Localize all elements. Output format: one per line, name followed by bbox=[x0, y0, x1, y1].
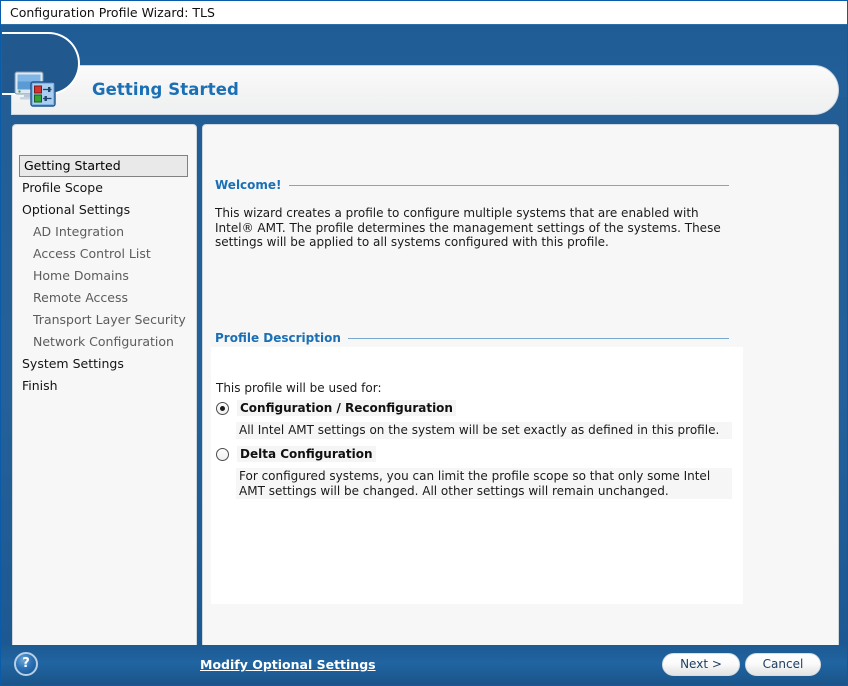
welcome-heading: Welcome! bbox=[215, 178, 282, 192]
section-divider bbox=[288, 184, 729, 186]
sidebar-item-system-settings[interactable]: System Settings bbox=[13, 353, 196, 375]
page-title: Getting Started bbox=[92, 80, 239, 99]
sidebar-item-transport-layer-security[interactable]: Transport Layer Security bbox=[13, 309, 196, 331]
profile-description-heading: Profile Description bbox=[215, 331, 341, 345]
option-label-configuration-reconfiguration: Configuration / Reconfiguration bbox=[237, 400, 456, 416]
sidebar-item-getting-started[interactable]: Getting Started bbox=[19, 155, 188, 177]
modify-optional-settings-link[interactable]: Modify Optional Settings bbox=[200, 657, 376, 672]
option-label-delta-configuration: Delta Configuration bbox=[237, 446, 376, 462]
profile-options-card: This profile will be used for: Configura… bbox=[211, 347, 743, 604]
wizard-footer: ? Modify Optional Settings Next > Cancel bbox=[1, 645, 847, 685]
wizard-steps-nav: Getting Started Profile Scope Optional S… bbox=[13, 155, 196, 397]
option-description-configuration-reconfiguration: All Intel AMT settings on the system wil… bbox=[236, 422, 732, 439]
option-configuration-reconfiguration[interactable]: Configuration / Reconfiguration bbox=[216, 400, 456, 416]
window-body: Getting Started Getting Started Profile … bbox=[1, 25, 847, 685]
sidebar-item-finish[interactable]: Finish bbox=[13, 375, 196, 397]
sidebar-item-profile-scope[interactable]: Profile Scope bbox=[13, 177, 196, 199]
amt-configuration-icon bbox=[14, 71, 56, 107]
option-delta-configuration[interactable]: Delta Configuration bbox=[216, 446, 376, 462]
option-description-delta-configuration: For configured systems, you can limit th… bbox=[236, 468, 732, 499]
next-button[interactable]: Next > bbox=[662, 653, 740, 676]
sidebar-item-remote-access[interactable]: Remote Access bbox=[13, 287, 196, 309]
radio-delta-configuration[interactable] bbox=[216, 447, 229, 461]
sidebar-item-access-control-list[interactable]: Access Control List bbox=[13, 243, 196, 265]
wizard-header: Getting Started bbox=[1, 25, 847, 115]
wizard-content-panel: Welcome! This wizard creates a profile t… bbox=[202, 124, 839, 666]
sidebar-item-ad-integration[interactable]: AD Integration bbox=[13, 221, 196, 243]
section-divider bbox=[347, 337, 729, 339]
welcome-section-header: Welcome! bbox=[215, 177, 729, 193]
profile-description-section: Profile Description bbox=[215, 330, 729, 346]
profile-usage-prompt: This profile will be used for: bbox=[216, 381, 382, 395]
wizard-window: Configuration Profile Wizard: TLS Gettin… bbox=[0, 0, 848, 686]
radio-configuration-reconfiguration[interactable] bbox=[216, 401, 229, 415]
window-title: Configuration Profile Wizard: TLS bbox=[10, 5, 215, 20]
header-banner: Getting Started bbox=[11, 65, 839, 115]
cancel-button[interactable]: Cancel bbox=[745, 653, 821, 676]
welcome-section: Welcome! This wizard creates a profile t… bbox=[215, 177, 729, 250]
wizard-steps-panel: Getting Started Profile Scope Optional S… bbox=[12, 124, 197, 666]
welcome-body-text: This wizard creates a profile to configu… bbox=[215, 206, 721, 249]
profile-description-section-header: Profile Description bbox=[215, 330, 729, 346]
sidebar-item-home-domains[interactable]: Home Domains bbox=[13, 265, 196, 287]
sidebar-item-optional-settings[interactable]: Optional Settings bbox=[13, 199, 196, 221]
title-bar: Configuration Profile Wizard: TLS bbox=[1, 1, 847, 25]
help-question-icon[interactable]: ? bbox=[14, 652, 38, 676]
sidebar-item-network-configuration[interactable]: Network Configuration bbox=[13, 331, 196, 353]
